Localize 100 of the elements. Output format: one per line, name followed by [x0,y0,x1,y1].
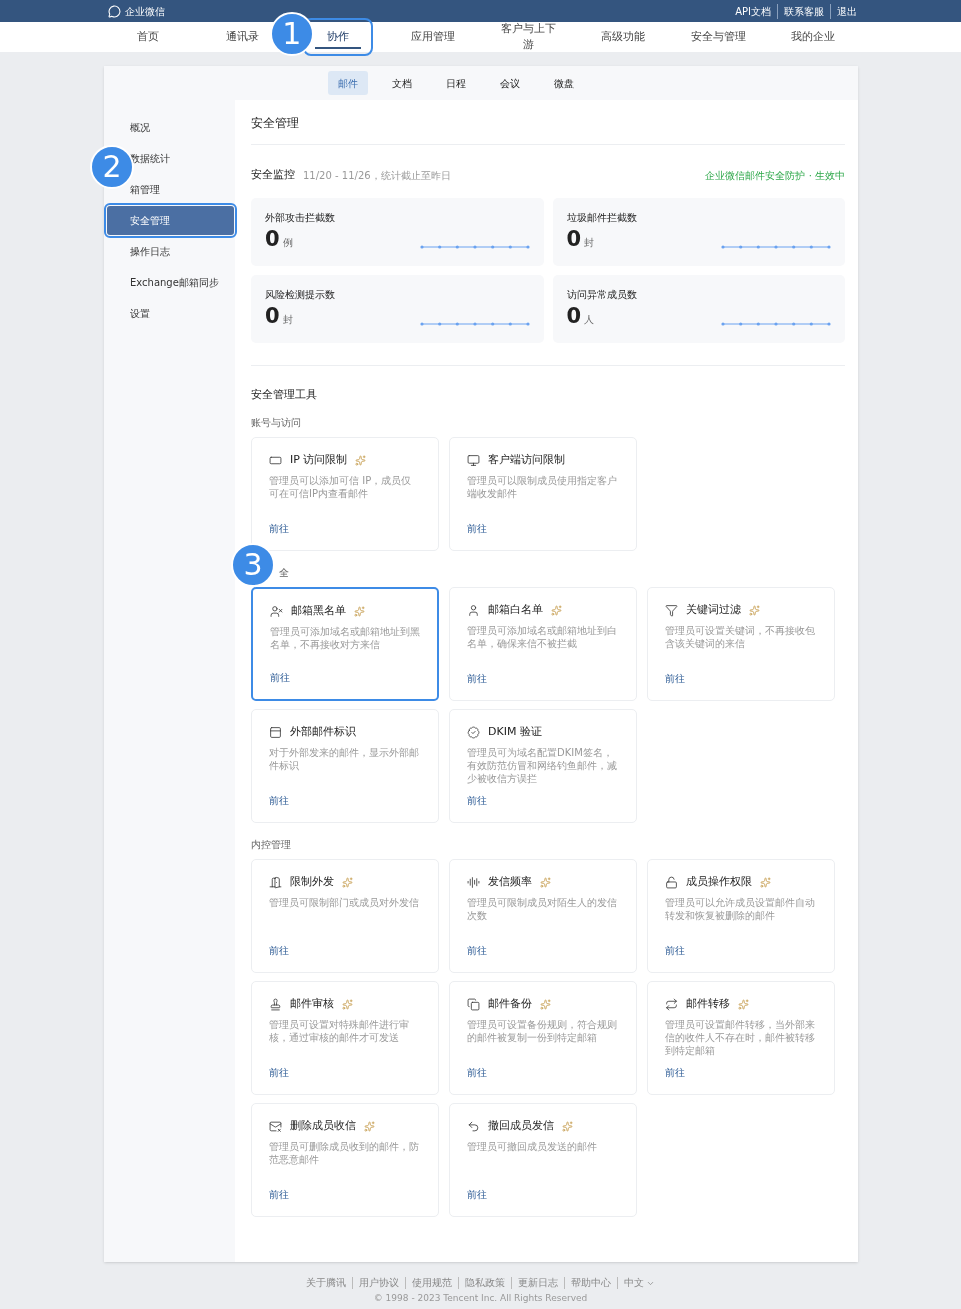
go-link[interactable]: 前往 [665,671,685,686]
tool-card[interactable]: 邮件审核 管理员可设置对特殊邮件进行审核，通过审核的邮件才可发送 前往 [251,981,439,1095]
stat-unit: 封 [282,312,293,327]
door-icon [269,875,282,889]
card-title: 发信频率 [488,874,532,890]
repeat-icon [665,997,678,1011]
section-title: 安全监控 [251,167,295,183]
tool-card[interactable]: 邮件转移 管理员可设置邮件转移，当外部来信的收件人不存在时，邮件被转移到特定邮箱 前往 [647,981,835,1095]
top-link[interactable]: API文档 [729,3,777,19]
go-link[interactable]: 前往 [269,943,289,958]
lock-icon [665,875,678,889]
mail-x-icon [269,1119,282,1133]
card-title: 删除成员收信 [290,1118,356,1134]
sub-tab[interactable]: 日程 [436,71,476,95]
stat-unit: 人 [584,312,595,327]
stat-value: 0 [566,228,582,250]
tool-card[interactable]: 邮件备份 管理员可设置备份规则，符合规则的邮件被复制一份到特定邮箱 前往 [449,981,637,1095]
copyright-text: © 1998 - 2023 Tencent Inc. All Rights Reserved [373,1292,588,1305]
sidebar-item[interactable]: 概况 [107,113,234,142]
user-x-icon [270,604,283,618]
tool-card[interactable]: DKIM 验证 管理员可为域名配置DKIM签名，有效防范仿冒和网络钓鱼邮件，减少被收信方误拦 前往 [449,709,637,823]
stat-unit: 封 [584,235,595,250]
nav-tab[interactable]: 高级功能 [581,22,666,52]
stat-label: 访问异常成员数 [566,287,638,302]
logo-icon [108,4,121,18]
card-description: 管理员可以限制成员使用指定客户端收发邮件 [467,473,618,500]
card-description: 管理员可设置邮件转移，当外部来信的收件人不存在时，邮件被转移到特定邮箱 [665,1017,816,1057]
sub-tab[interactable]: 文档 [382,71,422,95]
card-description: 管理员可限制成员对陌生人的发信次数 [467,895,618,922]
top-link[interactable]: 退出 [830,3,863,19]
status-text: 企业微信邮件安全防护 · 生效中 [705,168,845,183]
stat-value: 0 [265,305,280,327]
tool-card[interactable]: 发信频率 管理员可限制成员对陌生人的发信次数 前往 [449,859,637,973]
go-link[interactable]: 前往 [270,670,290,685]
stat-label: 风险检测提示数 [265,287,336,302]
go-link[interactable]: 前往 [467,793,487,808]
tool-card[interactable]: 删除成员收信 管理员可删除成员收到的邮件，防范恶意邮件 前往 [251,1103,439,1217]
sidebar-item[interactable]: Exchange邮箱同步 [107,268,234,297]
stat-value: 0 [265,228,280,250]
card-title: 限制外发 [290,874,334,890]
tool-card[interactable]: 客户端访问限制 管理员可以限制成员使用指定客户端收发邮件 前往 [449,437,637,551]
card-title: 撤回成员发信 [488,1118,554,1134]
logo-text: 企业微信 [125,4,165,19]
card-description: 管理员可设置对特殊邮件进行审核，通过审核的邮件才可发送 [269,1017,410,1044]
tool-card[interactable]: IP 访问限制 管理员可以添加可信 IP，成员仅可在可信IP内查看邮件 前往 [251,437,439,551]
card-description: 管理员可删除成员收到的邮件，防范恶意邮件 [269,1139,420,1166]
group-title: 账号与访问 [251,416,301,430]
card-title: 邮箱黑名单 [291,603,346,619]
go-link[interactable]: 前往 [467,1065,487,1080]
tool-card[interactable]: 成员操作权限 管理员可以允许成员设置邮件自动转发和恢复被删除的邮件 前往 [647,859,835,973]
go-link[interactable]: 前往 [665,1065,685,1080]
go-link[interactable]: 前往 [467,671,487,686]
sub-tab[interactable]: 会议 [490,71,530,95]
tool-card[interactable]: 限制外发 管理员可限制部门或成员对外发信 前往 [251,859,439,973]
page-title: 安全管理 [251,100,845,145]
nav-tab[interactable]: 首页 [116,22,179,52]
go-link[interactable]: 前往 [269,1065,289,1080]
go-link[interactable]: 前往 [467,521,487,536]
go-link[interactable]: 前往 [269,521,289,536]
go-link[interactable]: 前往 [665,943,685,958]
card-description: 管理员可添加域名或邮箱地址到白名单，确保来信不被拦截 [467,623,618,650]
card-description: 管理员可设置备份规则，符合规则的邮件被复制一份到特定邮箱 [467,1017,618,1044]
sidebar-item[interactable]: 操作日志 [107,237,234,266]
card-title: 邮件备份 [488,996,532,1012]
go-link[interactable]: 前往 [467,943,487,958]
card-description: 管理员可限制部门或成员对外发信 [269,895,420,909]
nav-tab[interactable]: 应用管理 [390,22,475,52]
nav-tab[interactable]: 我的企业 [771,22,856,52]
tool-card[interactable]: 关键词过滤 管理员可设置关键词，不再接收包含该关键词的来信 前往 [647,587,835,701]
undo-icon [467,1119,480,1133]
stat-value: 0 [566,305,582,327]
tool-card[interactable]: 邮箱黑名单 管理员可添加域名或邮箱地址到黑名单，不再接收对方来信 前往 [251,587,439,701]
top-link[interactable]: 联系客服 [777,3,830,19]
card-title: IP 访问限制 [290,452,348,468]
step-tooltip: 1 [269,12,314,56]
go-link[interactable]: 前往 [467,1187,487,1202]
monitor-icon [467,453,480,467]
card-title: DKIM 验证 [488,724,542,740]
tool-card[interactable]: 撤回成员发信 管理员可撤回成员发送的邮件 前往 [449,1103,637,1217]
nav-tab[interactable]: 安全与管理 [670,22,766,52]
sidebar-item[interactable]: 设置 [107,299,234,328]
user-icon [467,603,480,617]
card-description: 管理员可以添加可信 IP，成员仅可在可信IP内查看邮件 [269,473,413,500]
card-title: 外部邮件标识 [290,724,356,740]
card-title: 邮件审核 [290,996,334,1012]
go-link[interactable]: 前往 [269,793,289,808]
sidebar-item[interactable]: 安全管理 [107,206,234,235]
card-description: 管理员可为域名配置DKIM签名，有效防范仿冒和网络钓鱼邮件，减少被收信方误拦 [467,745,618,785]
sub-tab[interactable]: 邮件 [328,71,368,95]
tool-card[interactable]: 邮箱白名单 管理员可添加域名或邮箱地址到白名单，确保来信不被拦截 前往 [449,587,637,701]
card-title: 成员操作权限 [686,874,752,890]
sub-tab[interactable]: 微盘 [544,71,584,95]
card-description: 对于外部发来的邮件，显示外部邮件标识 [269,745,420,772]
card-description: 管理员可设置关键词，不再接收包含该关键词的来信 [665,623,816,650]
go-link[interactable]: 前往 [269,1187,289,1202]
tool-card[interactable]: 外部邮件标识 对于外部发来的邮件，显示外部邮件标识 前往 [251,709,439,823]
card-title: 客户端访问限制 [488,452,565,468]
card-description: 管理员可以允许成员设置邮件自动转发和恢复被删除的邮件 [665,895,816,922]
nav-tab[interactable]: 客户与上下游 [480,22,576,52]
step-tooltip: 3 [231,543,275,587]
